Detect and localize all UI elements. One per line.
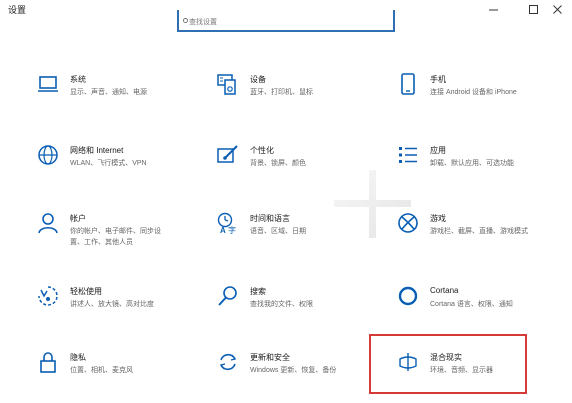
- cortana-icon: [397, 285, 419, 307]
- tile-personalization[interactable]: 个性化 背景、锁屏、颜色: [217, 144, 382, 184]
- tile-gaming[interactable]: 游戏 游戏栏、截屏、直播、游戏模式: [397, 212, 562, 252]
- tile-desc-line: 你的帐户、电子邮件、同步设: [70, 228, 161, 235]
- tile-name: 隐私: [70, 353, 86, 362]
- tile-accounts[interactable]: 帐户 你的帐户、电子邮件、同步设 置、工作、其他人员: [37, 212, 202, 252]
- window-title: 设置: [8, 5, 27, 15]
- tile-name: 轻松使用: [70, 287, 102, 296]
- tile-name: 设备: [250, 75, 266, 84]
- tile-name: 网络和 Internet: [70, 146, 124, 155]
- tile-network[interactable]: 网络和 Internet WLAN、飞行模式、VPN: [37, 144, 202, 184]
- search-placeholder: 查找设置: [189, 19, 217, 26]
- tile-name: 个性化: [250, 146, 274, 155]
- globe-icon: [37, 144, 59, 166]
- tile-desc: 讲述人、放大镜、高对比度: [70, 301, 154, 308]
- tile-desc: WLAN、飞行模式、VPN: [70, 160, 147, 167]
- minimize-icon: [488, 9, 498, 10]
- minimize-button[interactable]: [476, 1, 510, 17]
- tile-name: Cortana: [430, 286, 459, 295]
- tile-cortana[interactable]: Cortana Cortana 语言、权限、通知: [397, 285, 562, 325]
- tile-desc: 查找我的文件、权限: [250, 301, 313, 308]
- tile-apps[interactable]: 应用 卸载、默认应用、可选功能: [397, 144, 562, 184]
- tile-name: 帐户: [70, 214, 86, 223]
- sync-icon: [217, 351, 239, 373]
- tile-desc-line: 置、工作、其他人员: [70, 239, 133, 246]
- tile-privacy[interactable]: 隐私 位置、相机、麦克风: [37, 351, 202, 391]
- tile-name: 应用: [430, 146, 446, 155]
- tile-ease-of-access[interactable]: 轻松使用 讲述人、放大镜、高对比度: [37, 285, 202, 325]
- keyboard-speaker-icon: [217, 73, 239, 95]
- tile-name: 游戏: [430, 214, 446, 223]
- paint-brush-icon: [217, 144, 239, 166]
- tile-desc: 位置、相机、麦克风: [70, 367, 133, 374]
- svg-text:A: A: [220, 226, 226, 234]
- maximize-icon: [528, 4, 538, 14]
- tile-search[interactable]: 搜索 查找我的文件、权限: [217, 285, 382, 325]
- time-language-icon: A字: [217, 212, 239, 235]
- tile-name: 时间和语言: [250, 214, 290, 223]
- tile-name: 搜索: [250, 287, 266, 296]
- tile-desc: 蓝牙、打印机、鼠标: [250, 89, 313, 96]
- tile-desc: 游戏栏、截屏、直播、游戏模式: [430, 228, 528, 235]
- tile-desc: 显示、声音、通知、电源: [70, 89, 147, 96]
- tile-desc: Windows 更新、恢复、备份: [250, 367, 337, 374]
- watermark-decoration: [334, 200, 411, 207]
- tile-phone[interactable]: 手机 连接 Android 设备和 iPhone: [397, 73, 562, 113]
- lock-icon: [37, 351, 59, 373]
- tile-desc: 语音、区域、日期: [250, 228, 306, 235]
- tile-desc: Cortana 语言、权限、通知: [430, 301, 513, 308]
- close-button[interactable]: [540, 1, 572, 17]
- xbox-icon: [397, 212, 419, 234]
- tile-time-language[interactable]: A字 时间和语言 语音、区域、日期: [217, 212, 382, 252]
- search-icon: [217, 285, 239, 307]
- tile-desc: 背景、锁屏、颜色: [250, 160, 306, 167]
- app-list-icon: [397, 144, 419, 166]
- tile-desc: 卸载、默认应用、可选功能: [430, 160, 514, 167]
- tile-name: 手机: [430, 75, 446, 84]
- tile-system[interactable]: 系统 显示、声音、通知、电源: [37, 73, 202, 113]
- laptop-icon: [37, 73, 59, 95]
- close-icon: [552, 4, 562, 14]
- tile-devices[interactable]: 设备 蓝牙、打印机、鼠标: [217, 73, 382, 113]
- tile-desc: 连接 Android 设备和 iPhone: [430, 89, 517, 96]
- tile-desc: 你的帐户、电子邮件、同步设 置、工作、其他人员: [70, 226, 161, 248]
- svg-text:字: 字: [228, 225, 236, 234]
- tile-update-security[interactable]: 更新和安全 Windows 更新、恢复、备份: [217, 351, 382, 391]
- search-input[interactable]: 查找设置: [177, 10, 395, 32]
- person-icon: [37, 212, 59, 234]
- highlight-box: [369, 334, 527, 394]
- phone-icon: [397, 73, 419, 95]
- tile-name: 更新和安全: [250, 353, 290, 362]
- ease-of-access-icon: [37, 285, 59, 307]
- tile-name: 系统: [70, 75, 86, 84]
